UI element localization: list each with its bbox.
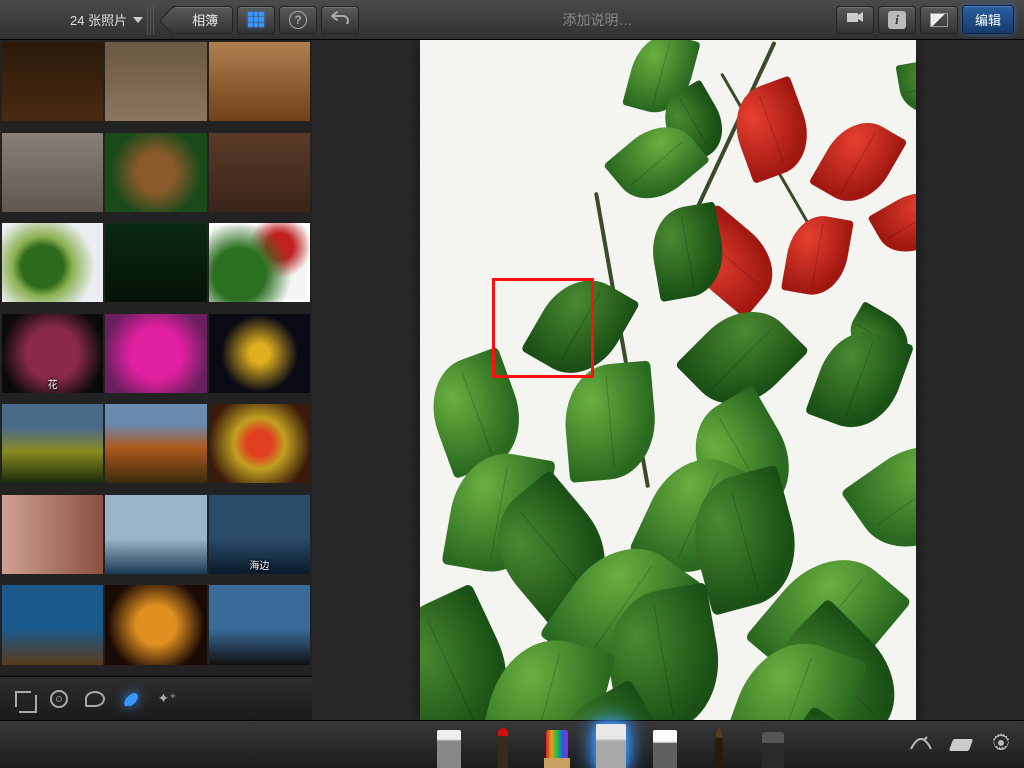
brush-saturate[interactable] (543, 728, 571, 768)
thumbnail[interactable] (105, 585, 206, 664)
brush-icon (121, 686, 141, 711)
brush-flat[interactable] (435, 728, 463, 768)
gear-icon (991, 733, 1011, 758)
sidebar-tool-row: ✦⁺ (0, 676, 312, 720)
edit-button[interactable]: 编辑 (962, 5, 1014, 34)
thumbnail[interactable] (209, 314, 310, 393)
share-icon (846, 10, 864, 29)
thumbnail[interactable] (105, 314, 206, 393)
undo-button[interactable] (321, 6, 359, 34)
crop-icon (15, 691, 31, 707)
aperture-icon (50, 690, 68, 708)
effects-tool[interactable]: ✦⁺ (156, 688, 178, 710)
panel-resize-grip[interactable] (147, 5, 157, 35)
top-toolbar: 24 张照片 相簿 ? 添加说明… i 编辑 (0, 0, 1024, 40)
thumbnail[interactable] (209, 585, 310, 664)
eraser-icon (949, 739, 973, 751)
thumbnail[interactable] (105, 223, 206, 302)
photo-count-label: 24 张照片 (70, 10, 127, 29)
grid-view-button[interactable] (237, 6, 275, 34)
bottom-right-tools (910, 734, 1012, 768)
undo-icon (331, 10, 349, 29)
thumbnail-label: 海边 (209, 557, 310, 572)
thumbnail[interactable] (209, 404, 310, 483)
thumbnail[interactable] (2, 585, 103, 664)
share-button[interactable] (836, 6, 874, 34)
main-area: 花 海边 ✦⁺ (0, 40, 1024, 720)
caption-input[interactable]: 添加说明… (363, 10, 832, 30)
brush-sharpen[interactable] (759, 728, 787, 768)
brush-darken[interactable] (705, 728, 733, 768)
thumbnail[interactable] (105, 42, 206, 121)
photo-canvas[interactable] (312, 40, 1024, 720)
eraser-button[interactable] (950, 734, 972, 756)
thumbnail[interactable] (105, 133, 206, 212)
thumbnail[interactable]: 花 (2, 314, 103, 393)
brush-picker (322, 721, 900, 768)
crop-tool[interactable] (12, 688, 34, 710)
info-button[interactable]: i (878, 6, 916, 34)
exposure-tool[interactable] (48, 688, 70, 710)
brush-repair[interactable] (597, 728, 625, 768)
help-icon: ? (289, 11, 307, 29)
edit-button-label: 编辑 (975, 13, 1001, 28)
thumbnail[interactable] (2, 133, 103, 212)
thumbnail[interactable] (2, 404, 103, 483)
thumbnail[interactable] (209, 42, 310, 121)
bottom-toolbar (0, 720, 1024, 768)
thumbnail[interactable]: 海边 (209, 495, 310, 574)
thumbnail-grid: 花 海边 (0, 40, 312, 676)
thumbnail[interactable] (105, 404, 206, 483)
back-to-albums-button[interactable]: 相簿 (171, 6, 233, 34)
detect-edges-button[interactable] (910, 734, 932, 756)
thumbnail-sidebar: 花 海边 ✦⁺ (0, 40, 312, 720)
thumbnail[interactable] (105, 495, 206, 574)
photo-count-dropdown[interactable]: 24 张照片 (70, 10, 143, 29)
info-icon: i (888, 11, 906, 29)
palette-icon (85, 691, 105, 707)
main-photo (420, 40, 916, 720)
color-tool[interactable] (84, 688, 106, 710)
thumbnail[interactable] (2, 223, 103, 302)
edges-icon (910, 735, 932, 756)
back-button-label: 相簿 (192, 10, 218, 29)
grid-icon (248, 12, 264, 28)
thumbnail-label: 花 (2, 376, 103, 391)
settings-button[interactable] (990, 734, 1012, 756)
adjust-icon (930, 13, 948, 27)
help-button[interactable]: ? (279, 6, 317, 34)
thumbnail-selected[interactable] (209, 223, 310, 302)
brush-tool[interactable] (120, 688, 142, 710)
sparkle-icon: ✦⁺ (157, 690, 176, 707)
brush-redeye[interactable] (489, 728, 517, 768)
brush-lighten[interactable] (651, 728, 679, 768)
thumbnail[interactable] (2, 495, 103, 574)
adjust-button[interactable] (920, 6, 958, 34)
thumbnail[interactable] (209, 133, 310, 212)
thumbnail[interactable] (2, 42, 103, 121)
chevron-down-icon (133, 17, 143, 23)
